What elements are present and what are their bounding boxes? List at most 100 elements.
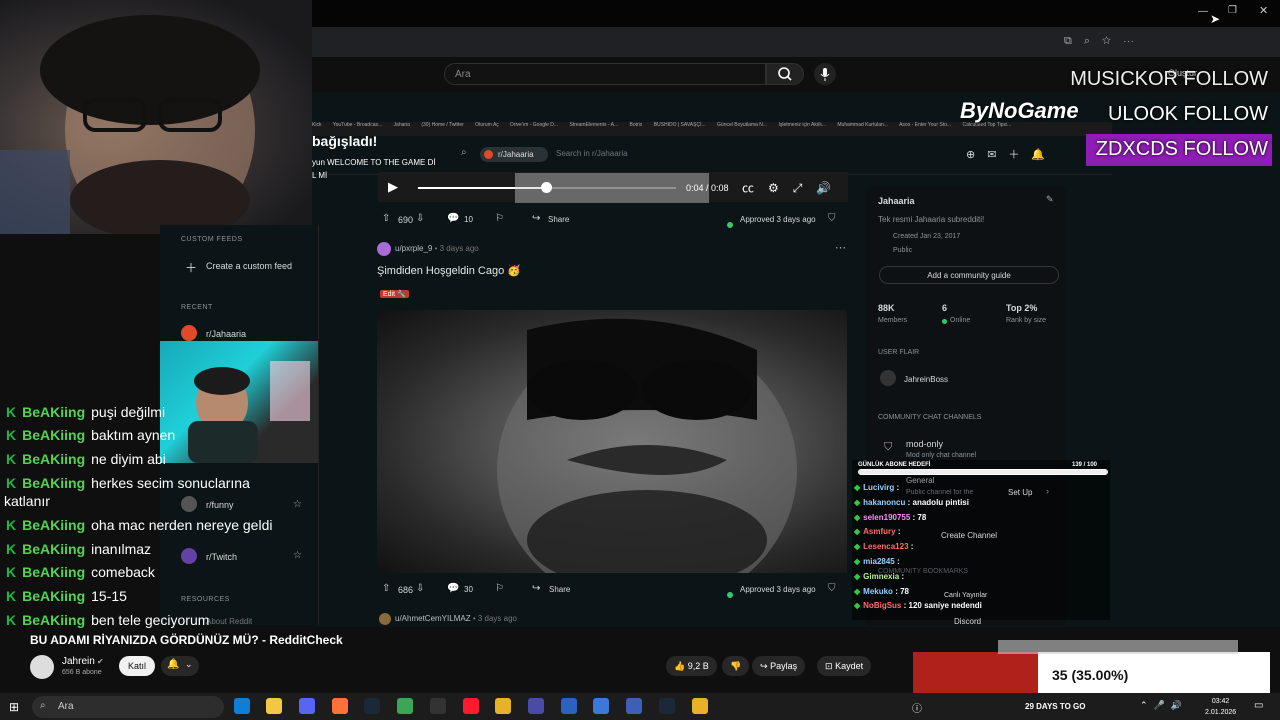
app-icon[interactable] [626, 698, 642, 714]
downvote-icon[interactable]: ⇩ [416, 583, 424, 594]
avatar[interactable] [377, 242, 391, 256]
shield-app-icon[interactable] [397, 698, 413, 714]
microphone-button[interactable] [814, 63, 836, 85]
windows-start-icon[interactable]: ⊞ [9, 700, 19, 714]
bookmark[interactable]: YouTube - Broadcas... [333, 122, 382, 128]
steam-icon[interactable] [364, 698, 380, 714]
create-feed-link[interactable]: Create a custom feed [206, 261, 292, 271]
chevron-right-icon[interactable]: › [1046, 486, 1049, 496]
follow-banner: ULOOK FOLLOW [1107, 103, 1268, 125]
subscribe-bell-button[interactable]: 🔔 ⌄ [161, 656, 199, 676]
comment-count[interactable]: 30 [464, 585, 473, 594]
bookmark[interactable]: Kick [312, 122, 321, 128]
create-channel-button[interactable]: Create Channel [941, 531, 997, 540]
comment-icon[interactable]: 💬 [447, 583, 459, 594]
bookmark[interactable]: (30) Home / Twitter [421, 122, 463, 128]
recent-heading[interactable]: RECENT [181, 304, 213, 311]
share-icon[interactable]: ↪ [532, 213, 540, 224]
channel-name[interactable]: Jahrein [62, 656, 95, 667]
app-icon[interactable] [593, 698, 609, 714]
setup-button[interactable]: Set Up [1008, 488, 1032, 497]
seek-handle[interactable] [541, 182, 552, 193]
bookmark[interactable]: Oturum Aç [475, 122, 499, 128]
youtube-search-input[interactable]: Ara [444, 63, 766, 85]
avatar[interactable] [379, 613, 391, 625]
comment-icon[interactable]: 💬 [447, 213, 459, 224]
like-button[interactable]: 👍 9,2 B [666, 656, 717, 676]
channel-name[interactable]: mod-only [906, 439, 943, 449]
bookmark[interactable]: BUSHIDO | SAVAŞÇI... [654, 122, 706, 128]
taskbar-search[interactable]: Ara [32, 696, 224, 718]
file-explorer-icon[interactable] [266, 698, 282, 714]
minimize-icon[interactable]: — [1198, 6, 1208, 17]
share-icon[interactable]: ↪ [532, 583, 540, 594]
firefox-icon[interactable] [332, 698, 348, 714]
bookmark[interactable]: Muhammad Kurtulan... [837, 122, 888, 128]
edit-icon[interactable]: ✎ [1046, 194, 1054, 205]
channel-name[interactable]: General [906, 476, 934, 485]
upvote-icon[interactable]: ⇧ [382, 213, 390, 224]
custom-feeds-heading[interactable]: CUSTOM FEEDS [181, 236, 243, 243]
shield-icon[interactable]: ⛉ [828, 213, 836, 224]
discord-icon[interactable] [299, 698, 315, 714]
reddit-search-input[interactable]: Search in r/Jahaaria [556, 149, 628, 158]
search-button[interactable] [766, 63, 804, 85]
flair-name[interactable]: JahreinBoss [904, 375, 948, 384]
bookmark-icon: ⊡ [825, 661, 833, 671]
opera-icon[interactable] [463, 698, 479, 714]
bookmark[interactable]: StreamElements - A... [569, 122, 618, 128]
comment-count[interactable]: 10 [464, 215, 473, 224]
dislike-button[interactable]: 👎 [722, 656, 750, 676]
approved-label: Approved 3 days ago [740, 585, 816, 594]
app-icon[interactable] [528, 698, 544, 714]
more-options-icon[interactable]: ⋯ [835, 241, 846, 254]
bookmark[interactable]: Jaharia [394, 122, 410, 128]
app-icon[interactable] [561, 698, 577, 714]
upvote-icon[interactable]: ⇧ [382, 583, 390, 594]
share-button[interactable]: Share [549, 585, 570, 594]
chrome-icon[interactable] [495, 698, 511, 714]
channel-avatar[interactable] [30, 655, 54, 679]
share-button[interactable]: Share [548, 215, 569, 224]
reddit-header-icons[interactable]: ⊕✉＋🔔 [966, 146, 1057, 162]
notification-icon[interactable]: ▭ [1254, 700, 1263, 711]
maximize-icon[interactable]: ❐ [1228, 5, 1237, 16]
bookmark[interactable]: Botrix [630, 122, 643, 128]
share-button[interactable]: ↪ Paylaş [752, 656, 806, 676]
bookmark[interactable]: Asos - Enter Your Sto... [899, 122, 951, 128]
recent-item[interactable]: r/Jahaaria [206, 329, 246, 339]
chrome-icon[interactable] [692, 698, 708, 714]
add-guide-button[interactable]: Add a community guide [879, 266, 1059, 284]
shield-icon[interactable]: ⛉ [828, 583, 836, 594]
downvote-icon[interactable]: ⇩ [416, 213, 424, 224]
system-tray-icons[interactable]: ⌃🎤🔊 [1140, 700, 1188, 711]
browser-extension-icons[interactable]: ⧉⌕☆⋯ [1064, 35, 1146, 48]
rank-label[interactable]: Rank by size [1006, 317, 1046, 324]
clock[interactable]: 03:42 2.01.2026 [1205, 696, 1236, 718]
post-author[interactable]: u/AhmetCemYILMAZ • 3 days ago [395, 614, 517, 623]
edge-icon[interactable] [234, 698, 250, 714]
player-settings-icons[interactable]: ㏄⚙⤢🔊 [742, 179, 845, 196]
bookmark-live[interactable]: Canlı Yayınlar [944, 592, 987, 599]
close-icon[interactable]: ✕ [1259, 4, 1268, 17]
bookmark[interactable]: Drive'ım - Google D... [510, 122, 558, 128]
steam-icon[interactable] [659, 698, 675, 714]
progress-percent: 35 (35.00%) [1052, 667, 1129, 683]
join-button[interactable]: Katıl [119, 656, 155, 676]
bookmark[interactable]: İşletmeniz için Akıllı... [778, 122, 826, 128]
post-author[interactable]: u/pxrple_9 • 3 days ago [395, 244, 479, 253]
author-name[interactable]: u/pxrple_9 [395, 244, 432, 253]
play-icon[interactable]: ▶ [388, 179, 398, 195]
award-icon[interactable]: ⚐ [495, 213, 504, 224]
chat-text: : 78 [912, 513, 927, 522]
bookmark-discord[interactable]: Discord [954, 617, 981, 626]
obs-icon[interactable] [430, 698, 446, 714]
award-icon[interactable]: ⚐ [495, 583, 504, 594]
author-name[interactable]: u/AhmetCemYILMAZ [395, 614, 471, 623]
save-button[interactable]: ⊡ Kaydet [817, 656, 872, 676]
info-icon[interactable]: ⓘ [912, 700, 922, 715]
chat-user: mia2845 [863, 557, 895, 566]
post-video[interactable] [377, 310, 847, 573]
post-title[interactable]: Şimdiden Hoşgeldin Cago 🥳 [377, 264, 521, 277]
bookmark[interactable]: Güncel Boyutlama N... [717, 122, 767, 128]
